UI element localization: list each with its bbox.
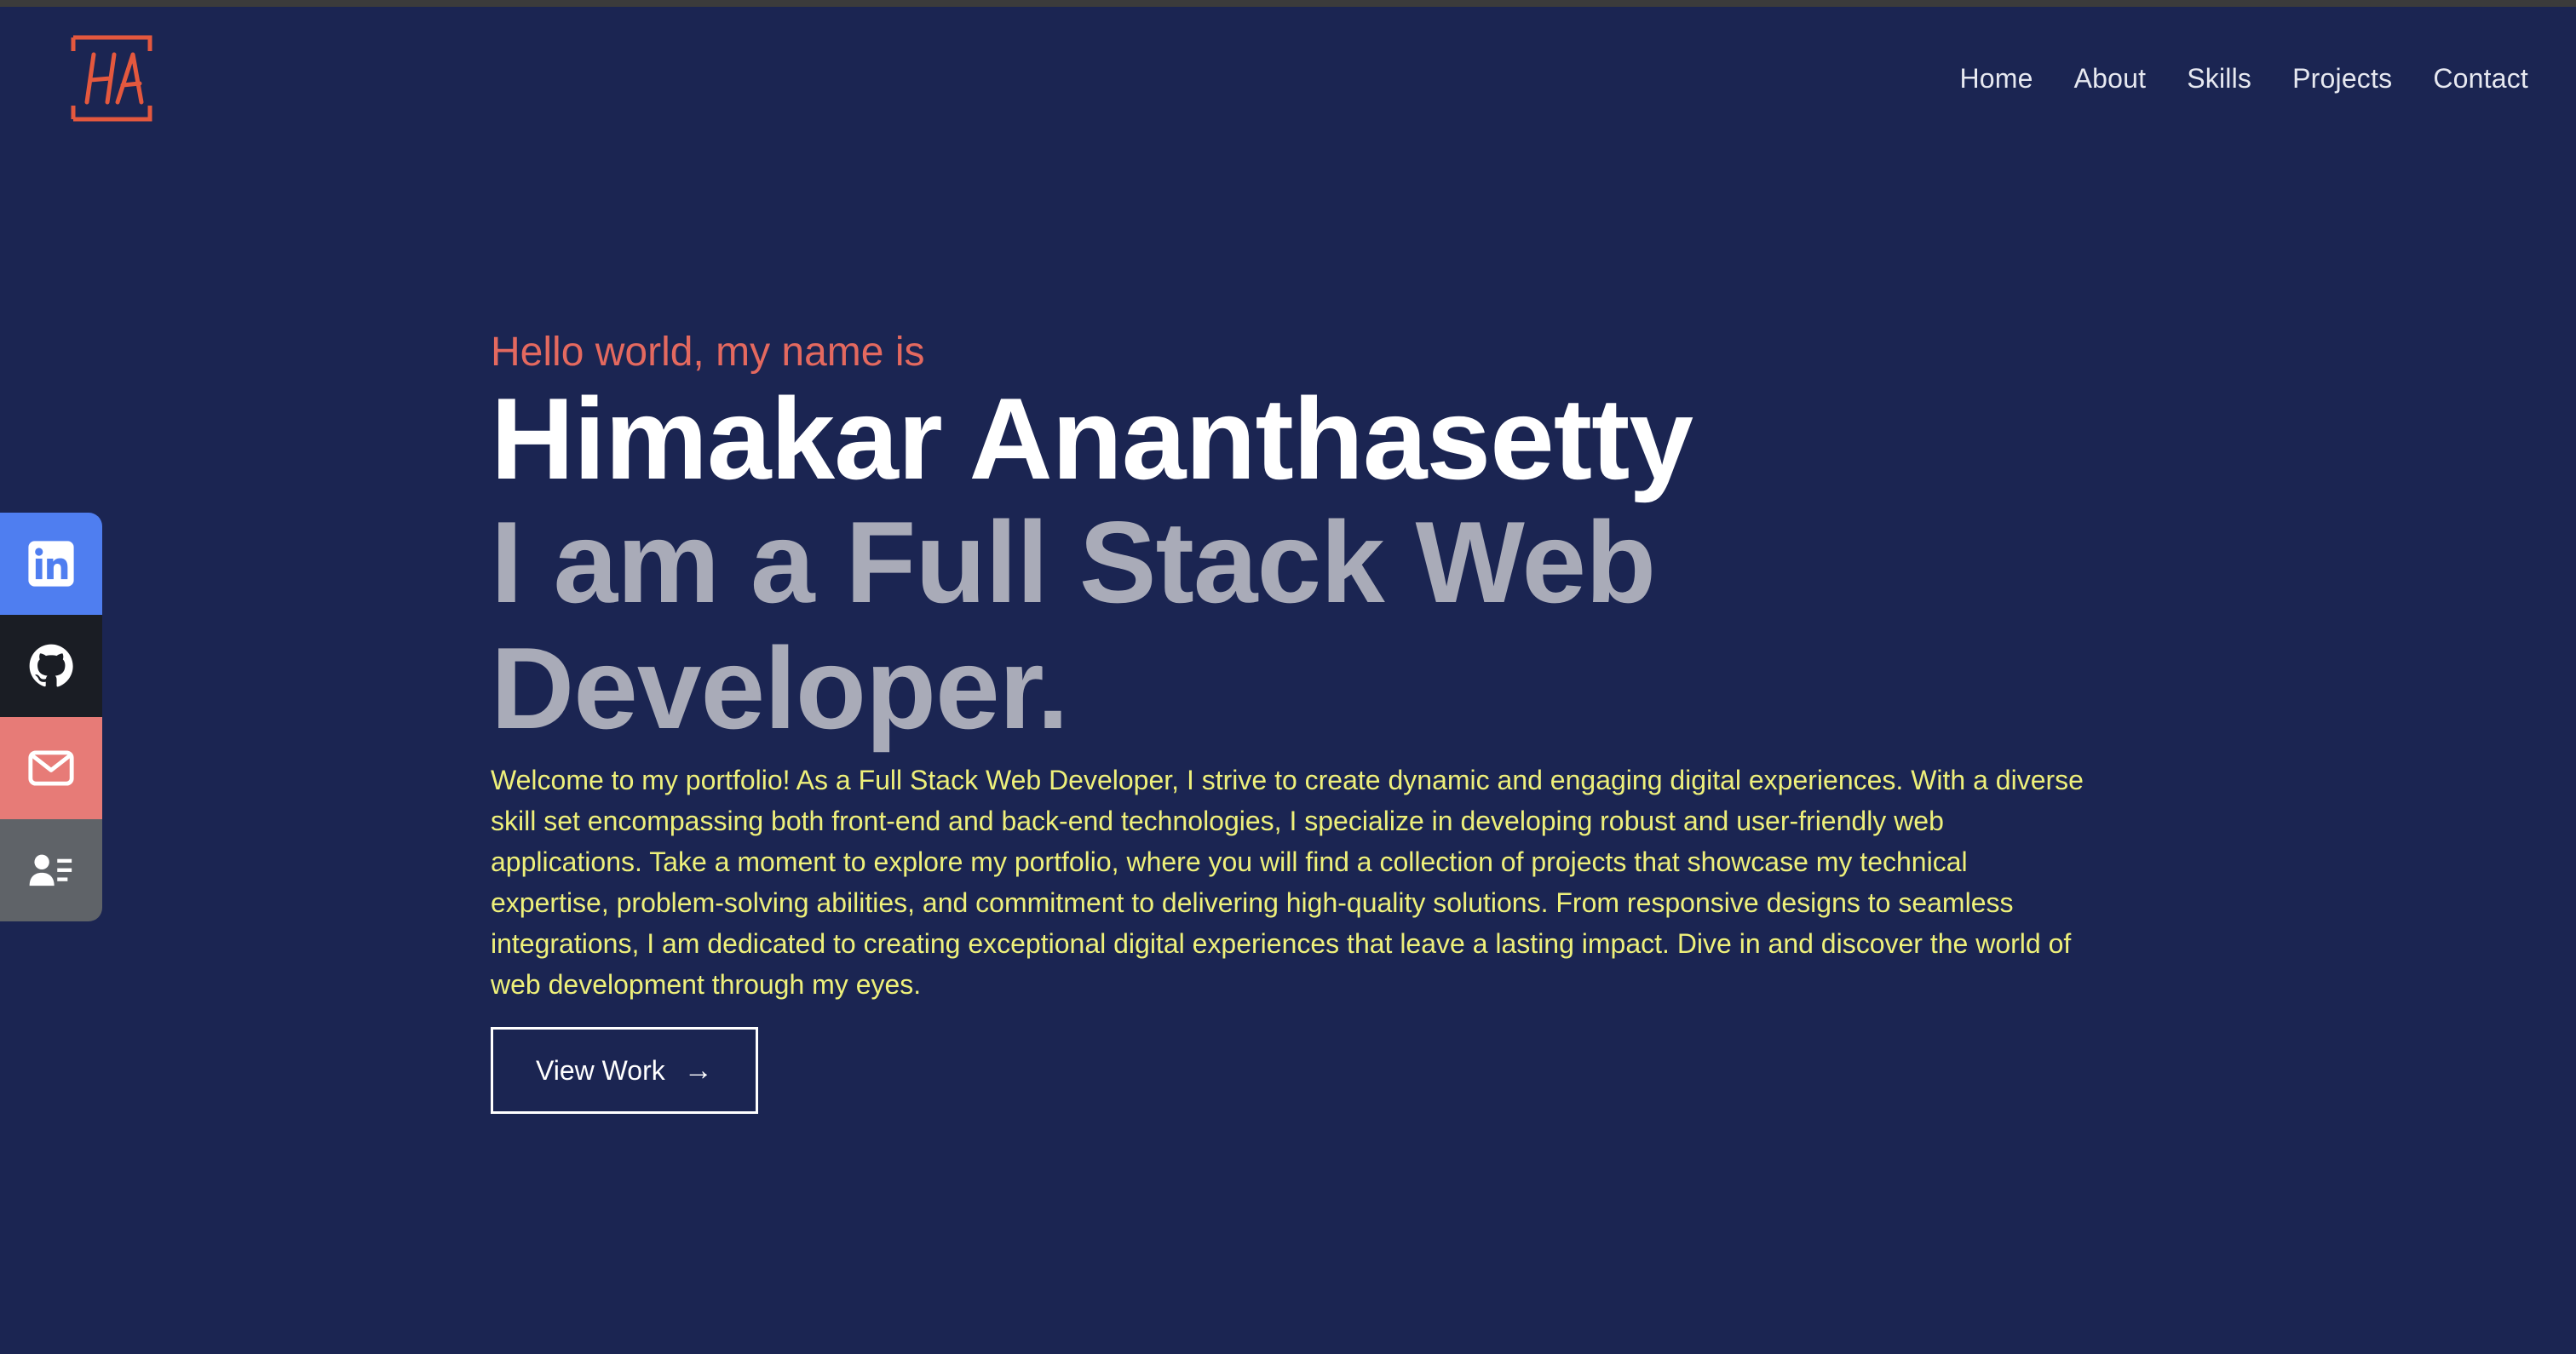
logo-ha-mark xyxy=(71,35,152,122)
main-nav: Home About Skills Projects Contact xyxy=(1959,63,2528,95)
hero-greeting: Hello world, my name is xyxy=(491,330,925,375)
resume-link[interactable] xyxy=(0,819,102,921)
logo[interactable] xyxy=(68,32,155,124)
nav-about[interactable]: About xyxy=(2074,63,2147,95)
portfolio-page: Home About Skills Projects Contact Hello… xyxy=(0,7,2576,1354)
social-sidebar xyxy=(0,513,102,921)
linkedin-icon xyxy=(28,541,74,587)
hero-description: Welcome to my portfolio! As a Full Stack… xyxy=(491,765,2084,1000)
arrow-right-icon: → xyxy=(683,1054,713,1087)
github-link[interactable] xyxy=(0,615,102,717)
view-work-button[interactable]: View Work → xyxy=(491,1027,758,1114)
nav-projects[interactable]: Projects xyxy=(2292,63,2392,95)
hero-section: Hello world, my name is Himakar Ananthas… xyxy=(491,327,2109,1114)
nav-skills[interactable]: Skills xyxy=(2187,63,2251,95)
hero-role: I am a Full Stack Web Developer. xyxy=(491,497,1656,753)
nav-home[interactable]: Home xyxy=(1959,63,2033,95)
view-work-label: View Work xyxy=(536,1054,665,1086)
contact-card-icon xyxy=(29,854,72,886)
hero-name: Himakar Ananthasetty xyxy=(491,374,1693,503)
email-link[interactable] xyxy=(0,717,102,819)
window-top-border xyxy=(0,0,2576,7)
linkedin-link[interactable] xyxy=(0,513,102,615)
mail-icon xyxy=(28,750,74,786)
nav-contact[interactable]: Contact xyxy=(2433,63,2528,95)
github-icon xyxy=(29,644,73,687)
